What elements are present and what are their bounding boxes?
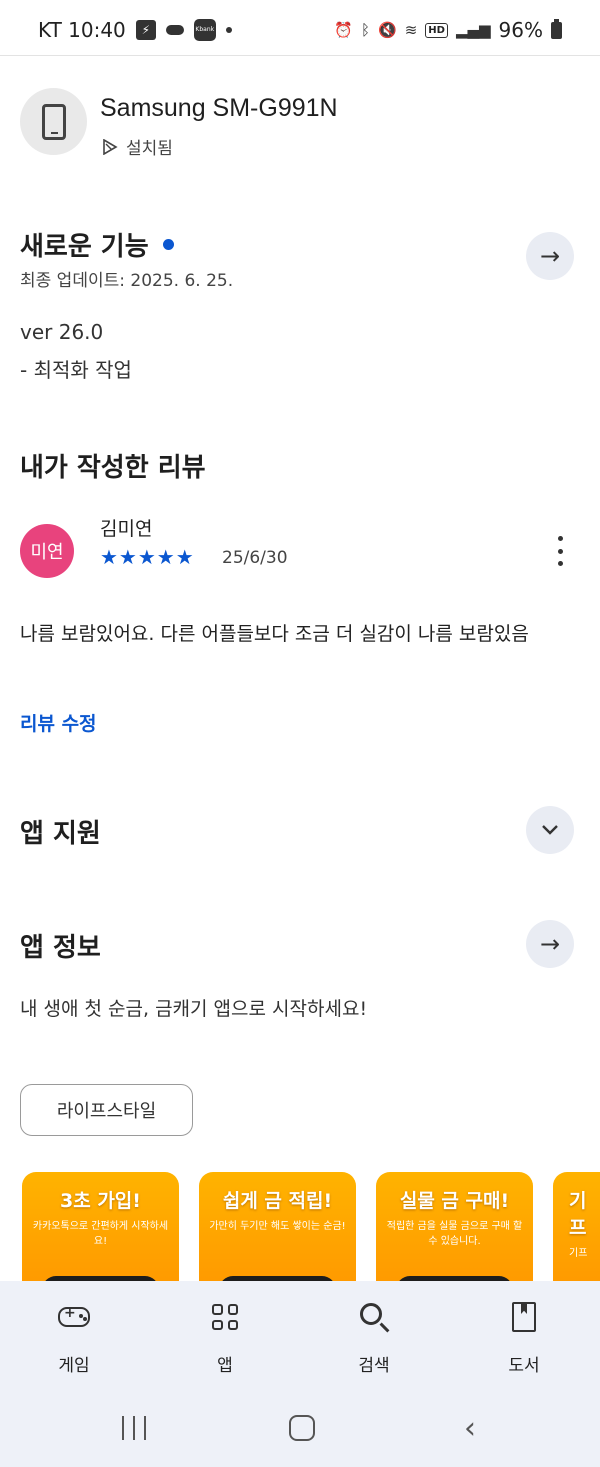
- installed-label: 설치됨: [126, 139, 173, 159]
- nav-label: 검색: [358, 1356, 390, 1376]
- nav-games[interactable]: 게임: [24, 1301, 124, 1376]
- back-icon: ‹: [464, 1410, 476, 1446]
- battery-icon: [551, 18, 562, 39]
- wifi-icon: ≋: [404, 21, 418, 39]
- last-updated: 최종 업데이트: 2025. 6. 25.: [20, 271, 234, 291]
- carrier-time: KT 10:40: [38, 18, 126, 42]
- nav-search[interactable]: 검색: [324, 1301, 424, 1376]
- status-bar: KT 10:40 ⚡ Kbank ⏰ ᛒ 🔇 ≋ HD ▂▄▆ 96%: [0, 0, 600, 56]
- apps-grid-icon: [212, 1304, 238, 1330]
- battery-percent: 96%: [498, 18, 543, 42]
- app-description: 내 생애 첫 순금, 금캐기 앱으로 시작하세요!: [20, 998, 368, 1020]
- status-right: ⏰ ᛒ 🔇 ≋ HD ▂▄▆ 96%: [334, 18, 562, 42]
- screenshot-subtitle: 가만히 두기만 해도 쌓이는 순금!: [209, 1221, 346, 1232]
- alarm-icon: ⏰: [334, 21, 353, 39]
- cloud-icon: [165, 25, 184, 35]
- bluetooth-icon: ᛒ: [360, 21, 370, 39]
- search-icon: [360, 1303, 382, 1325]
- mute-icon: 🔇: [378, 21, 397, 39]
- book-icon: [512, 1302, 536, 1332]
- my-review-title: 내가 작성한 리뷰: [20, 453, 206, 483]
- device-name: Samsung SM-G991N: [100, 94, 338, 122]
- more-options-icon[interactable]: [552, 536, 568, 566]
- new-indicator-dot: [162, 239, 174, 250]
- more-notifications-icon: [225, 27, 232, 33]
- app-info-arrow-button[interactable]: →: [526, 920, 574, 968]
- screenshot-subtitle: 카카오톡으로 간편하게 시작하세요!: [32, 1221, 169, 1247]
- device-header: Samsung SM-G991N 설치됨: [20, 88, 580, 159]
- screenshot-subtitle: 적립한 금을 실물 금으로 구매 할 수 있습니다.: [386, 1221, 523, 1247]
- review-date: 25/6/30: [222, 548, 288, 568]
- whats-new-title: 새로운 기능: [20, 226, 174, 263]
- signal-icon: ▂▄▆: [455, 21, 491, 39]
- home-button[interactable]: [282, 1410, 322, 1446]
- arrow-right-icon: →: [539, 930, 561, 958]
- status-left: KT 10:40 ⚡ Kbank: [38, 18, 232, 42]
- installed-status: 설치됨: [102, 134, 173, 159]
- screenshot-title: 실물 금 구매!: [399, 1190, 510, 1212]
- star-rating: ★★★★★: [100, 545, 195, 569]
- recent-apps-button[interactable]: [114, 1410, 154, 1446]
- reviewer-name: 김미연: [100, 518, 153, 540]
- app-notification-icon: ⚡: [135, 20, 156, 40]
- arrow-right-icon: →: [539, 242, 561, 270]
- app-support-expand-button[interactable]: [526, 806, 574, 854]
- gamepad-icon: [58, 1305, 90, 1327]
- nav-books[interactable]: 도서: [474, 1301, 574, 1376]
- reviewer-avatar: 미연: [20, 524, 74, 578]
- category-tag[interactable]: 라이프스타일: [20, 1084, 193, 1136]
- nav-label: 도서: [508, 1356, 540, 1376]
- screenshot-title: 쉽게 금 적립!: [222, 1190, 333, 1212]
- kbank-icon: Kbank: [193, 19, 216, 41]
- hd-voice-icon: HD: [425, 22, 448, 38]
- phone-icon: [41, 103, 66, 140]
- chevron-down-icon: [542, 825, 558, 835]
- recent-apps-icon: [122, 1416, 146, 1440]
- nav-apps[interactable]: 앱: [175, 1301, 275, 1376]
- play-store-icon: [103, 138, 118, 155]
- nav-label: 앱: [217, 1356, 233, 1376]
- whats-new-label: 새로운 기능: [20, 232, 149, 262]
- home-icon: [289, 1415, 315, 1441]
- app-support-title: 앱 지원: [20, 819, 101, 849]
- back-button[interactable]: ‹: [450, 1410, 490, 1446]
- version-text: ver 26.0: [20, 320, 104, 344]
- review-body: 나름 보람있어요. 다른 어플들보다 조금 더 실감이 나름 보람있음: [20, 623, 529, 645]
- edit-review-link[interactable]: 리뷰 수정: [20, 709, 97, 736]
- device-avatar: [20, 88, 87, 155]
- nav-label: 게임: [58, 1356, 90, 1376]
- screenshot-title: 기프: [569, 1190, 587, 1239]
- app-info-title: 앱 정보: [20, 933, 101, 963]
- change-note: - 최적화 작업: [20, 358, 132, 382]
- whats-new-arrow-button[interactable]: →: [526, 232, 574, 280]
- screenshot-title: 3초 가입!: [60, 1190, 141, 1212]
- screenshot-subtitle: 기프: [569, 1248, 588, 1259]
